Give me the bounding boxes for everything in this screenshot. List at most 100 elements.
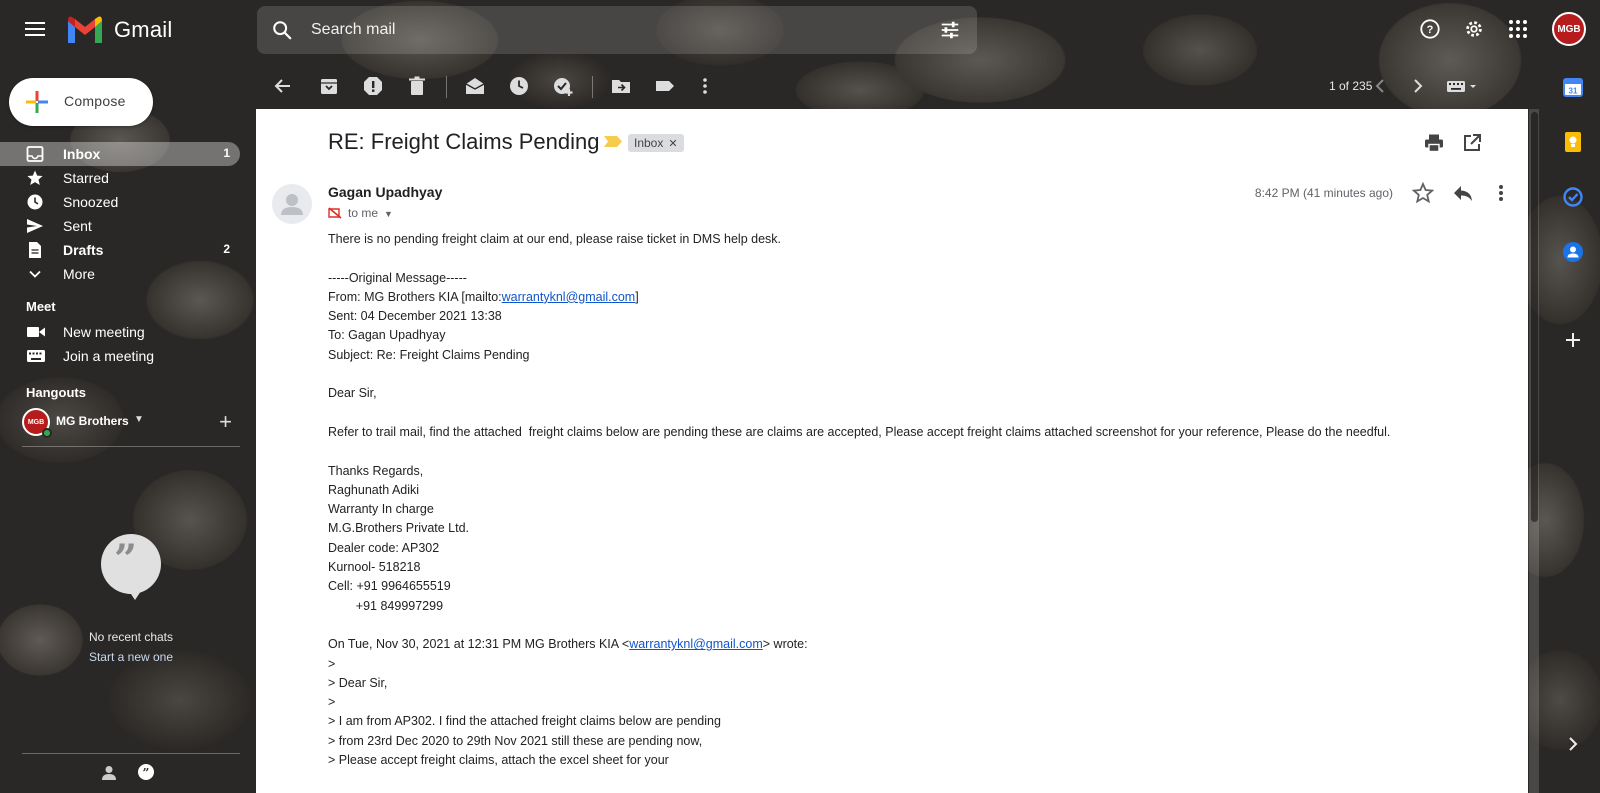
recipient-details-toggle[interactable]: to me ▼ — [328, 206, 393, 220]
email-link[interactable]: warrantyknl@gmail.com — [502, 290, 636, 304]
email-subject: RE: Freight Claims Pending — [328, 129, 600, 154]
top-bar: Gmail ? MGB — [0, 0, 1600, 64]
hangouts-user-name: MG Brothers — [56, 414, 129, 428]
join-meeting-item[interactable]: Join a meeting — [0, 344, 240, 368]
body-line: > Dear Sir, — [328, 675, 388, 690]
message-toolbar: 1 of 235 — [256, 66, 1526, 108]
move-to-folder-icon[interactable] — [610, 75, 632, 97]
mark-unread-icon[interactable] — [464, 75, 486, 97]
remove-label-icon[interactable]: ✕ — [668, 138, 677, 150]
archive-icon[interactable] — [318, 75, 340, 97]
body-line: Dear Sir, — [328, 386, 377, 401]
inbox-label-chip: Inbox ✕ — [628, 134, 684, 152]
body-line — [328, 249, 1508, 268]
label-chip-text: Inbox — [634, 136, 664, 150]
default-person-icon — [281, 194, 303, 215]
inbox-icon — [26, 146, 44, 162]
body-line — [328, 442, 1508, 461]
wrote-line: On Tue, Nov 30, 2021 at 12:31 PM MG Brot… — [328, 637, 808, 652]
compose-label: Compose — [64, 93, 126, 109]
report-spam-icon[interactable] — [362, 75, 384, 97]
calendar-icon[interactable]: 31 — [1562, 76, 1584, 98]
sidebar-item-label: Snoozed — [63, 194, 119, 210]
more-vert-icon[interactable] — [1490, 182, 1512, 204]
contacts-icon[interactable] — [1562, 241, 1584, 263]
draft-count: 2 — [223, 242, 230, 256]
input-tools-keyboard-icon[interactable] — [1446, 75, 1480, 97]
body-line: > I am from AP302. I find the attached f… — [328, 714, 721, 729]
app-name: Gmail — [114, 17, 173, 42]
compose-plus-icon — [26, 91, 48, 113]
sidebar-item-drafts[interactable]: Drafts 2 — [0, 238, 240, 262]
print-icon[interactable] — [1424, 133, 1444, 153]
sidebar-item-sent[interactable]: Sent — [0, 214, 240, 238]
keep-notes-icon[interactable] — [1562, 131, 1584, 153]
hangouts-user[interactable]: MGB MG Brothers ▼ + — [22, 408, 240, 438]
account-avatar[interactable]: MGB — [1552, 12, 1586, 46]
add-contact-icon[interactable]: + — [219, 409, 232, 435]
help-icon[interactable]: ? — [1416, 15, 1444, 43]
main-menu-icon[interactable] — [22, 18, 48, 44]
reading-pane: RE: Freight Claims Pending Inbox ✕ Gagan … — [256, 109, 1528, 793]
join-meeting-label: Join a meeting — [63, 348, 155, 364]
hide-side-panel-chevron-icon[interactable] — [1562, 733, 1584, 755]
new-meeting-item[interactable]: New meeting — [0, 320, 240, 344]
email-link[interactable]: warrantyknl@gmail.com — [629, 637, 763, 651]
body-line: > — [328, 695, 336, 710]
toolbar-divider — [446, 76, 447, 98]
person-icon[interactable] — [99, 763, 119, 783]
body-line: +91 849997299 — [328, 598, 444, 613]
star-outline-icon[interactable] — [1412, 182, 1434, 204]
sidebar-item-inbox[interactable]: Inbox 1 — [0, 142, 240, 166]
sidebar-item-label: Inbox — [63, 146, 101, 162]
sidebar-item-snoozed[interactable]: Snoozed — [0, 190, 240, 214]
older-chevron-right-icon[interactable] — [1407, 75, 1429, 97]
add-to-tasks-icon[interactable] — [552, 75, 574, 97]
start-new-chat-link[interactable]: Start a new one — [0, 650, 262, 664]
body-line: > from 23rd Dec 2020 to 29th Nov 2021 st… — [328, 733, 703, 748]
search-icon[interactable] — [271, 19, 293, 41]
tasks-icon[interactable] — [1562, 186, 1584, 208]
body-line: Raghunath Adiki — [328, 482, 420, 497]
sidebar-item-label: Starred — [63, 170, 109, 186]
unverified-sender-icon — [328, 207, 342, 219]
settings-gear-icon[interactable] — [1460, 15, 1488, 43]
sidebar-item-label: Sent — [63, 218, 92, 234]
get-addons-plus-icon[interactable] — [1562, 329, 1584, 351]
gmail-logo[interactable]: Gmail — [66, 14, 172, 46]
search-input[interactable] — [311, 18, 871, 42]
hangouts-quote-icon: ” — [101, 534, 161, 600]
sender-avatar[interactable] — [272, 184, 312, 224]
google-apps-icon[interactable] — [1504, 15, 1532, 43]
draft-file-icon — [29, 242, 41, 258]
sender-name[interactable]: Gagan Upadhyay — [328, 184, 442, 200]
body-line: There is no pending freight claim at our… — [328, 232, 782, 246]
scrollbar-thumb[interactable] — [1531, 112, 1538, 522]
body-line: Cell: +91 9964655519 — [328, 579, 451, 594]
search-options-icon[interactable] — [939, 19, 961, 41]
label-tag-icon[interactable] — [654, 75, 676, 97]
sidebar-item-more[interactable]: More — [0, 262, 240, 286]
svg-text:”: ” — [143, 766, 150, 780]
body-line — [328, 365, 1508, 384]
body-line: Subject: Re: Freight Claims Pending — [328, 347, 530, 362]
search-bar — [257, 6, 977, 54]
reply-icon[interactable] — [1452, 182, 1474, 204]
star-icon — [27, 170, 43, 185]
no-recent-chats-text: No recent chats — [88, 630, 174, 644]
delete-trash-icon[interactable] — [406, 75, 428, 97]
newer-chevron-left-icon[interactable] — [1369, 75, 1391, 97]
important-marker-icon[interactable] — [604, 136, 622, 147]
back-arrow-icon[interactable] — [272, 75, 294, 97]
snooze-clock-icon[interactable] — [508, 75, 530, 97]
body-line: Refer to trail mail, find the attached f… — [328, 424, 1391, 439]
svg-text:?: ? — [1427, 24, 1434, 36]
compose-button[interactable]: Compose — [9, 78, 153, 126]
divider — [22, 446, 240, 447]
hangouts-chat-icon[interactable]: ” — [136, 763, 156, 783]
caret-down-icon[interactable]: ▼ — [134, 414, 144, 425]
open-in-new-window-icon[interactable] — [1462, 133, 1482, 153]
sidebar-item-starred[interactable]: Starred — [0, 166, 240, 190]
more-options-icon[interactable] — [694, 75, 716, 97]
body-line — [328, 404, 1508, 423]
